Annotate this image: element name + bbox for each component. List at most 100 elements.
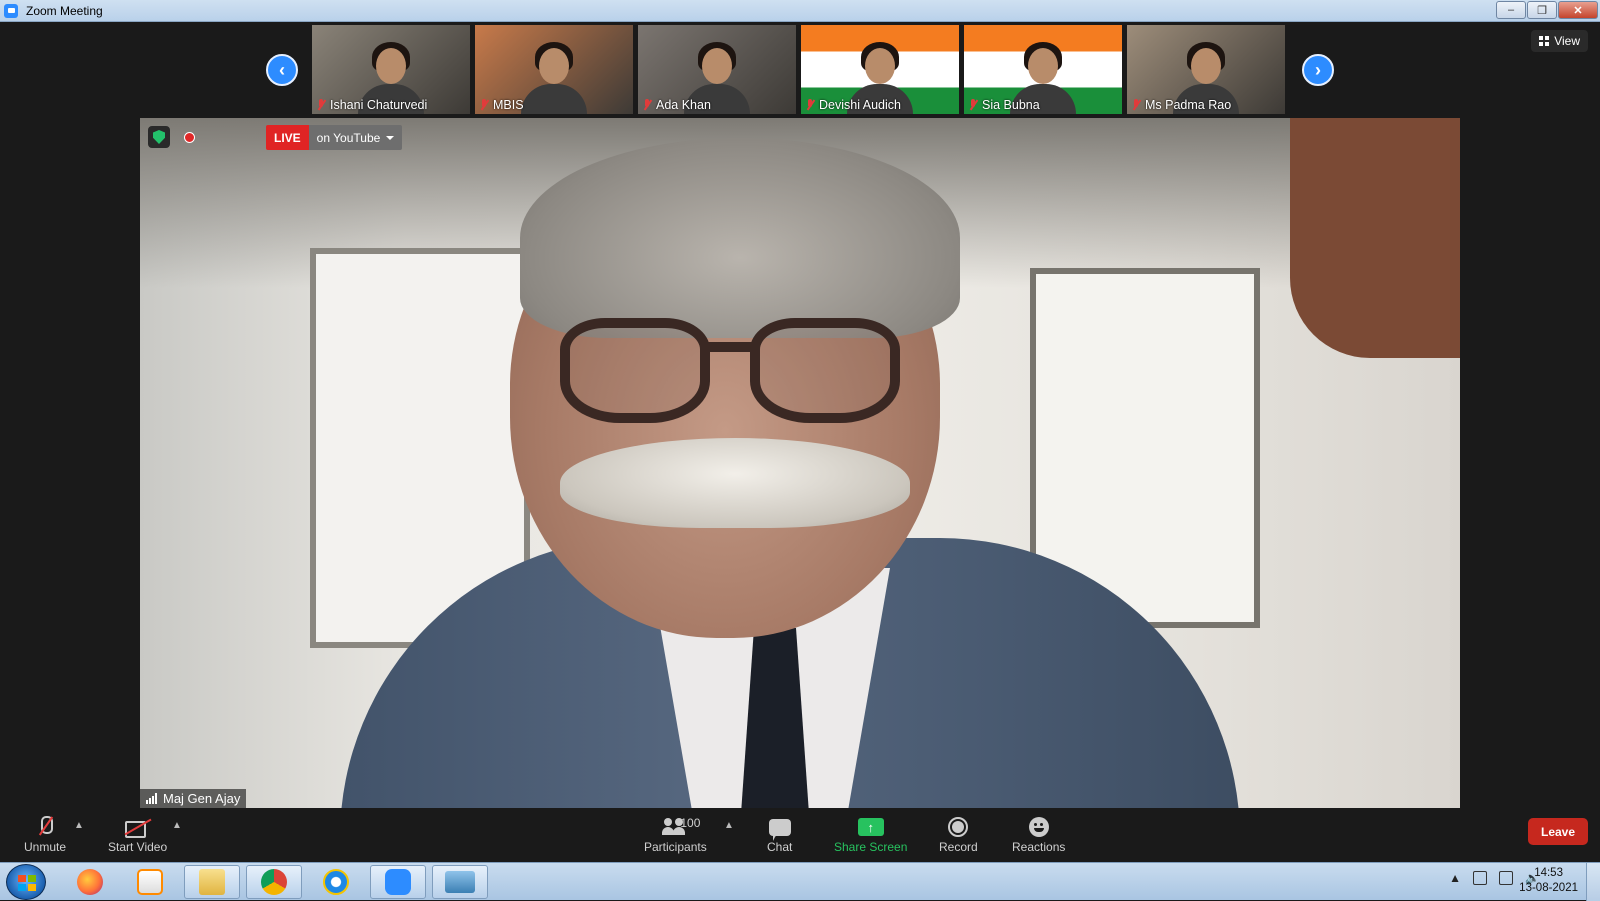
share-screen-button[interactable]: ↑ Share Screen — [834, 814, 907, 854]
speaker-hair — [520, 138, 960, 338]
chrome-icon — [261, 869, 287, 895]
start-video-label: Start Video — [108, 840, 168, 854]
media-player-icon — [137, 869, 163, 895]
clock-date: 13-08-2021 — [1519, 882, 1578, 894]
video-off-icon — [124, 818, 151, 838]
leave-button[interactable]: Leave — [1528, 818, 1588, 845]
internet-explorer-icon — [323, 869, 349, 895]
view-button[interactable]: View — [1531, 30, 1588, 52]
live-badge: LIVE — [266, 125, 309, 150]
meeting-controls: Unmute ▲ Start Video ▲ 100 Participants … — [0, 810, 1600, 862]
speaker-name: Maj Gen Ajay — [163, 791, 241, 806]
speaker-glasses — [560, 318, 900, 428]
mic-muted-icon — [805, 99, 815, 111]
clock-time: 14:53 — [1534, 867, 1563, 879]
unmute-label: Unmute — [24, 840, 67, 854]
participant-tile[interactable]: Ms Padma Rao — [1127, 25, 1285, 114]
share-screen-icon: ↑ — [857, 818, 884, 836]
participants-label: Participants — [644, 840, 707, 854]
chat-label: Chat — [767, 840, 793, 854]
minimize-button[interactable]: – — [1496, 1, 1526, 19]
close-button[interactable]: ✕ — [1558, 1, 1598, 19]
participant-tile[interactable]: Ishani Chaturvedi — [312, 25, 470, 114]
participant-name-tag: Ms Padma Rao — [1131, 98, 1231, 112]
participant-name: MBIS — [493, 98, 524, 112]
record-button[interactable]: Record — [939, 814, 978, 854]
speaker-mustache — [560, 438, 910, 528]
unmute-button[interactable]: Unmute — [24, 814, 66, 854]
participant-name-tag: Sia Bubna — [968, 98, 1040, 112]
live-platform-dropdown[interactable]: on YouTube — [308, 125, 403, 150]
audio-options-chevron-icon[interactable]: ▲ — [74, 820, 84, 831]
restore-button[interactable]: ❐ — [1527, 1, 1557, 19]
participant-name: Sia Bubna — [982, 98, 1040, 112]
participant-name: Ada Khan — [656, 98, 711, 112]
reactions-smiley-icon — [1028, 817, 1049, 837]
start-button[interactable] — [6, 864, 46, 900]
zoom-app-icon — [4, 3, 18, 18]
gallery-next-button[interactable]: › — [1302, 54, 1334, 86]
chat-icon — [768, 818, 791, 841]
taskbar-photo-viewer[interactable] — [432, 865, 488, 899]
signal-strength-icon — [146, 793, 158, 804]
mic-muted-icon — [479, 99, 489, 111]
share-screen-label: Share Screen — [834, 840, 908, 854]
start-video-button[interactable]: Start Video — [108, 814, 167, 854]
mic-muted-icon — [37, 816, 54, 838]
grid-icon — [1539, 36, 1550, 46]
record-label: Record — [939, 840, 978, 854]
view-button-label: View — [1554, 34, 1580, 48]
gallery-prev-button[interactable]: ‹ — [266, 54, 298, 86]
show-hidden-icons-chevron-icon[interactable]: ▲ — [1449, 871, 1461, 885]
taskbar-internet-explorer[interactable] — [308, 865, 364, 899]
participants-options-chevron-icon[interactable]: ▲ — [724, 820, 734, 831]
active-speaker-video[interactable]: LIVE on YouTube Maj Gen Ajay — [140, 118, 1460, 808]
mic-muted-icon — [316, 99, 326, 111]
firefox-icon — [77, 869, 103, 895]
window-controls: – ❐ ✕ — [1496, 1, 1598, 19]
taskbar-media-player[interactable] — [122, 865, 178, 899]
participant-name: Ishani Chaturvedi — [330, 98, 428, 112]
folder-icon — [199, 869, 225, 895]
encryption-shield-icon[interactable] — [148, 126, 170, 148]
taskbar-firefox[interactable] — [62, 865, 118, 899]
reactions-button[interactable]: Reactions — [1012, 814, 1065, 854]
zoom-icon — [385, 869, 411, 895]
photo-viewer-icon — [445, 871, 475, 893]
participant-name-tag: MBIS — [479, 98, 524, 112]
video-background-wood — [1290, 118, 1460, 358]
meeting-area: ‹ Ishani Chaturvedi MBIS Ada Khan Devishi A… — [0, 22, 1600, 810]
mic-muted-icon — [1131, 99, 1141, 111]
recording-indicator-icon — [184, 132, 195, 143]
participants-count: 100 — [680, 816, 701, 830]
speaker-name-tag: Maj Gen Ajay — [140, 789, 247, 808]
taskbar-zoom[interactable] — [370, 865, 426, 899]
participant-name-tag: Devishi Audich — [805, 98, 901, 112]
participant-video — [519, 34, 589, 114]
live-stream-button[interactable]: LIVE on YouTube — [266, 125, 403, 150]
participant-name: Devishi Audich — [819, 98, 901, 112]
taskbar-clock[interactable]: 14:53 13-08-2021 — [1519, 866, 1578, 896]
participant-tile[interactable]: Sia Bubna — [964, 25, 1122, 114]
mic-muted-icon — [642, 99, 652, 111]
participant-tile[interactable]: Devishi Audich — [801, 25, 959, 114]
mic-muted-icon — [968, 99, 978, 111]
window-title: Zoom Meeting — [26, 3, 103, 18]
network-icon[interactable] — [1499, 871, 1514, 885]
participant-tile[interactable]: Ada Khan — [638, 25, 796, 114]
window-titlebar: Zoom Meeting – ❐ ✕ — [0, 0, 1600, 22]
video-options-chevron-icon[interactable]: ▲ — [172, 820, 182, 831]
participant-name: Ms Padma Rao — [1145, 98, 1232, 112]
windows-taskbar: ▲ 🔈 14:53 13-08-2021 — [0, 862, 1600, 901]
participant-tile[interactable]: MBIS — [475, 25, 633, 114]
taskbar-file-explorer[interactable] — [184, 865, 240, 899]
windows-logo-icon — [18, 875, 36, 891]
reactions-label: Reactions — [1012, 840, 1066, 854]
action-center-flag-icon[interactable] — [1473, 871, 1488, 885]
taskbar-chrome[interactable] — [246, 865, 302, 899]
participants-button[interactable]: 100 Participants — [644, 814, 707, 854]
show-desktop-button[interactable] — [1586, 863, 1600, 901]
chat-button[interactable]: Chat — [767, 814, 792, 854]
participant-name-tag: Ishani Chaturvedi — [316, 98, 427, 112]
participant-name-tag: Ada Khan — [642, 98, 711, 112]
